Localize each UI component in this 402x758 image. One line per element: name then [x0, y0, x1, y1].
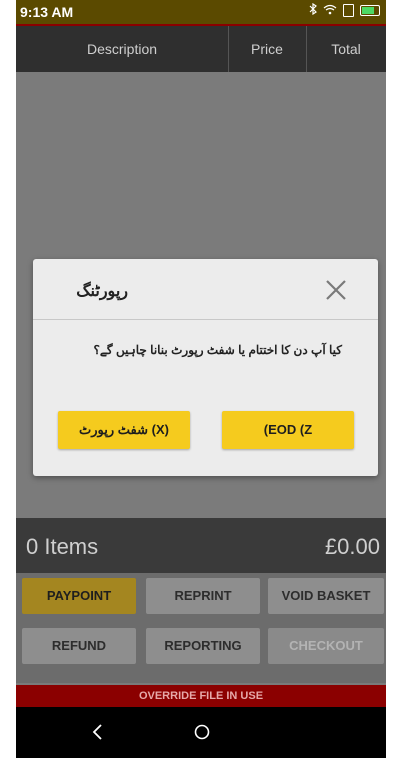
back-chevron-icon[interactable] [88, 722, 108, 742]
basket-total: £0.00 [324, 534, 380, 559]
end-of-day-button[interactable]: (EOD (Z [222, 411, 354, 449]
status-time: 9:13 AM [20, 4, 74, 20]
items-count: 0 Items [26, 534, 99, 559]
sim-card-icon [343, 4, 354, 17]
void-basket-button[interactable]: VOID BASKET [268, 578, 384, 614]
dialog-divider [33, 319, 378, 320]
paypoint-button[interactable]: PAYPOINT [22, 578, 136, 614]
status-bar: 9:13 AM [16, 0, 386, 24]
home-circle-icon[interactable] [194, 724, 210, 740]
bluetooth-icon [309, 2, 317, 18]
refund-button[interactable]: REFUND [22, 628, 136, 664]
shift-report-button[interactable]: شفٹ رپورٹ (X) [58, 411, 190, 449]
column-header-description: Description [16, 26, 229, 72]
column-header-total: Total [331, 41, 361, 57]
basket-summary: 0 Items £0.00 [16, 518, 386, 573]
action-button-panel: PAYPOINT REPRINT VOID BASKET REFUND REPO… [16, 573, 386, 683]
battery-charging-icon [360, 5, 380, 16]
reporting-dialog: رپورٹنگ کیا آپ دن کا اختتام یا شفٹ رپورٹ… [33, 259, 378, 476]
dialog-title: رپورٹنگ [76, 283, 128, 300]
reprint-button[interactable]: REPRINT [146, 578, 260, 614]
wifi-icon [323, 3, 337, 18]
basket-table-header: Description Price Total [16, 24, 386, 72]
reporting-button[interactable]: REPORTING [146, 628, 260, 664]
column-header-price: Price [228, 26, 307, 72]
close-icon[interactable] [323, 277, 349, 303]
status-icons [309, 2, 380, 18]
override-file-banner: OVERRIDE FILE IN USE [16, 685, 386, 707]
android-nav-bar [16, 707, 386, 758]
dialog-message: کیا آپ دن کا اختتام یا شفٹ رپورٹ بنانا چ… [93, 343, 342, 357]
checkout-button: CHECKOUT [268, 628, 384, 664]
